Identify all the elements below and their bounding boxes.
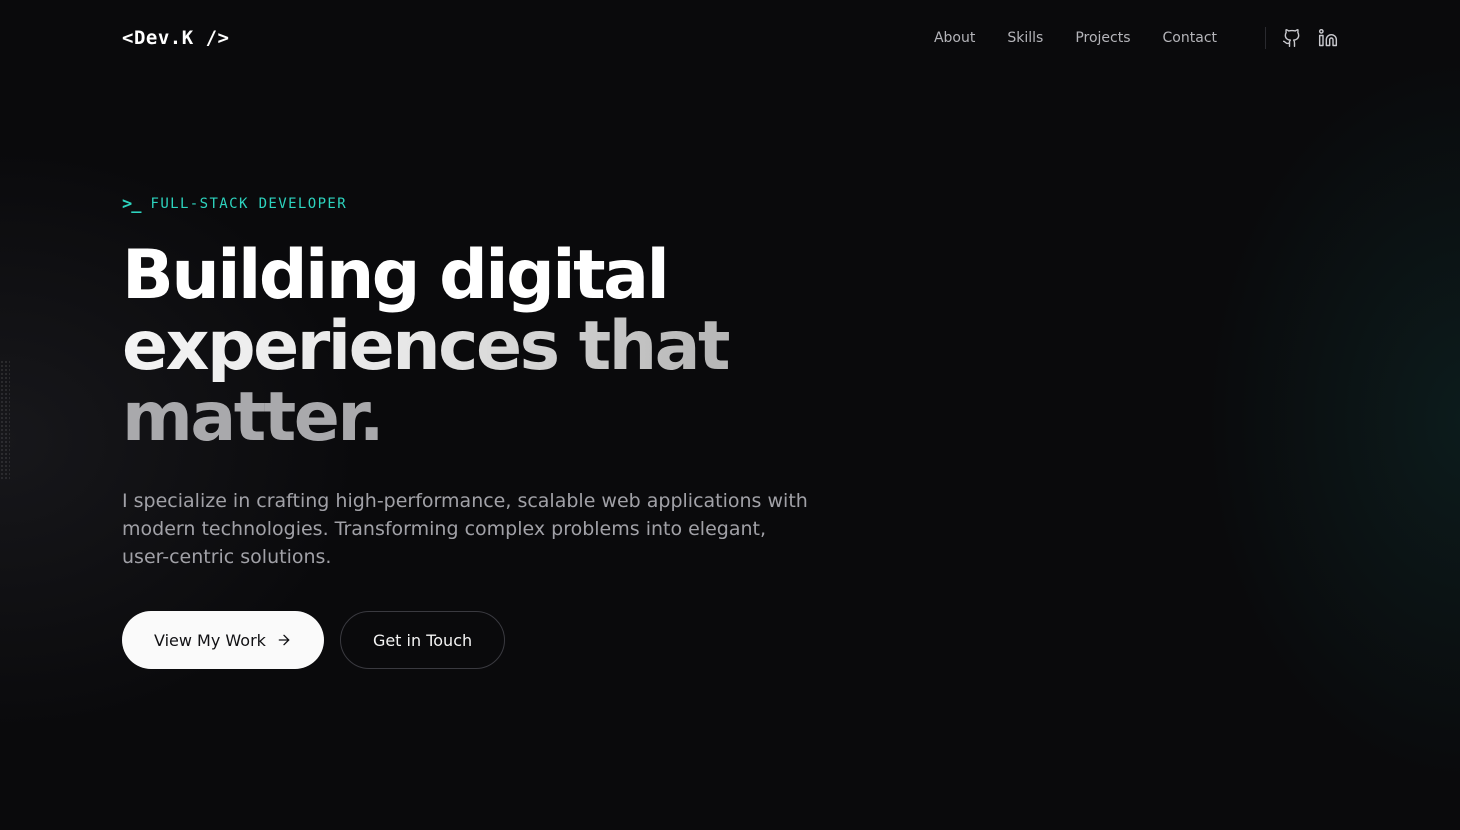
nav-link-about[interactable]: About: [934, 30, 975, 46]
nav-link-skills[interactable]: Skills: [1007, 30, 1043, 46]
nav-link-contact[interactable]: Contact: [1163, 30, 1217, 46]
decorative-dots: [0, 360, 10, 480]
github-icon[interactable]: [1282, 28, 1302, 48]
role-label: FULL-STACK DEVELOPER: [150, 196, 348, 212]
nav-link-projects[interactable]: Projects: [1075, 30, 1130, 46]
get-in-touch-label: Get in Touch: [372, 630, 473, 650]
get-in-touch-button[interactable]: Get in Touch: [339, 611, 506, 669]
cta-group: View My Work Get in Touch: [122, 611, 842, 669]
hero-section: >_ FULL-STACK DEVELOPER Building digital…: [122, 190, 842, 669]
role-tag: >_ FULL-STACK DEVELOPER: [122, 190, 842, 218]
headline-line-2: experiences that: [122, 311, 842, 382]
arrow-right-icon: [278, 634, 290, 646]
logo[interactable]: <Dev.K />: [122, 27, 229, 49]
view-my-work-label: View My Work: [154, 630, 266, 650]
top-nav: <Dev.K /> About Skills Projects Contact: [122, 0, 1338, 76]
nav-right: About Skills Projects Contact: [934, 27, 1338, 49]
headline-line-1: Building digital: [122, 236, 670, 315]
page: <Dev.K /> About Skills Projects Contact: [0, 0, 1460, 830]
terminal-icon: >_: [122, 194, 142, 214]
social-links: [1282, 28, 1338, 48]
linkedin-icon[interactable]: [1318, 28, 1338, 48]
hero-description: I specialize in crafting high-performanc…: [122, 490, 808, 568]
nav-links: About Skills Projects Contact: [934, 30, 1217, 46]
headline-line-3: matter.: [122, 378, 385, 457]
view-my-work-button[interactable]: View My Work: [122, 611, 324, 669]
nav-divider: [1265, 27, 1266, 49]
hero-headline: Building digital experiences that matter…: [122, 240, 842, 453]
